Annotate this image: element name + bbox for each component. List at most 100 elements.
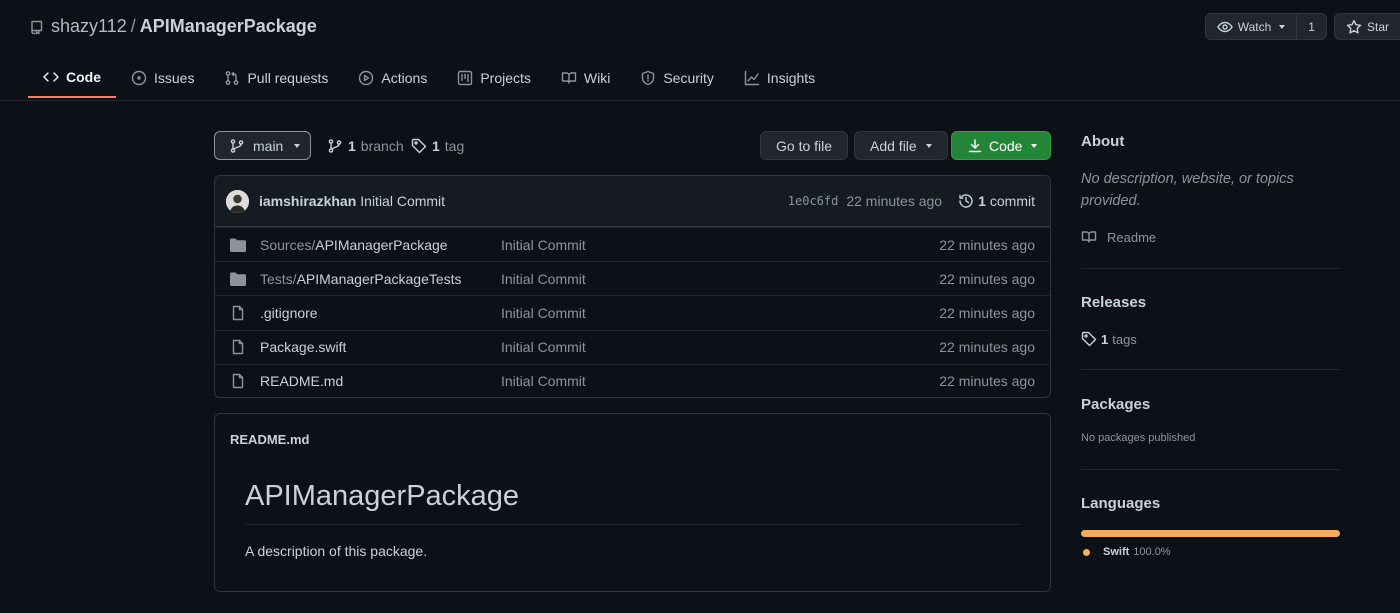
file-name-text: APIManagerPackageTests — [296, 270, 462, 287]
file-row[interactable]: .gitignore Initial Commit 22 minutes ago — [215, 295, 1050, 329]
tags-link[interactable]: 1 tag — [411, 138, 464, 154]
file-row[interactable]: Sources/APIManagerPackage Initial Commit… — [215, 227, 1050, 261]
tab-label: Wiki — [583, 69, 611, 86]
file-commit-message[interactable]: Initial Commit — [501, 237, 939, 253]
repo-name-link[interactable]: APIManagerPackage — [140, 16, 317, 37]
packages-heading[interactable]: Packages — [1081, 396, 1150, 413]
release-tags-label: tags — [1112, 331, 1137, 347]
watch-button-group: Watch 1 — [1204, 13, 1327, 40]
file-name[interactable]: Tests/APIManagerPackageTests — [260, 271, 501, 287]
file-commit-message[interactable]: Initial Commit — [501, 271, 939, 287]
file-name[interactable]: Package.swift — [260, 339, 501, 355]
tag-icon — [411, 138, 427, 154]
sidebar-divider — [1081, 369, 1340, 370]
branch-count-label: branch — [360, 138, 404, 154]
file-time: 22 minutes ago — [939, 339, 1035, 356]
tab-projects[interactable]: Projects — [442, 57, 546, 98]
readme-description: A description of this package. — [245, 543, 428, 559]
file-commit-message[interactable]: Initial Commit — [501, 305, 939, 321]
tab-insights[interactable]: Insights — [729, 57, 830, 98]
folder-icon — [230, 238, 246, 252]
branch-count: 1 — [348, 138, 356, 154]
watch-button[interactable]: Watch — [1206, 14, 1297, 39]
readme-link[interactable]: Readme — [1081, 229, 1156, 245]
commit-time: 22 minutes ago — [846, 193, 943, 209]
commit-count-label: commit — [989, 193, 1035, 209]
go-to-file-label: Go to file — [776, 137, 833, 154]
tag-icon — [1081, 331, 1097, 347]
tabs-divider — [0, 100, 1400, 101]
readme-title: APIManagerPackage — [245, 480, 520, 512]
file-commit-message[interactable]: Initial Commit — [501, 339, 939, 355]
chevron-down-icon — [925, 143, 932, 148]
file-row[interactable]: Package.swift Initial Commit 22 minutes … — [215, 329, 1050, 364]
history-icon — [958, 193, 974, 209]
sidebar-divider — [1081, 268, 1340, 269]
tab-label: Actions — [381, 69, 428, 86]
branches-link[interactable]: 1 branch — [327, 138, 404, 154]
releases-heading[interactable]: Releases — [1081, 294, 1146, 311]
avatar[interactable] — [226, 189, 249, 213]
file-icon — [230, 373, 246, 389]
commit-meta: 1e0c6fd 22 minutes ago 1 commit — [788, 193, 1035, 209]
star-label: Star — [1366, 19, 1389, 34]
file-row[interactable]: README.md Initial Commit 22 minutes ago — [215, 363, 1050, 397]
issue-icon — [131, 70, 147, 86]
add-file-label: Add file — [870, 137, 917, 154]
release-tags-link[interactable]: 1 tags — [1081, 331, 1137, 347]
file-row[interactable]: Tests/APIManagerPackageTests Initial Com… — [215, 261, 1050, 295]
tab-wiki[interactable]: Wiki — [546, 57, 625, 98]
shield-icon — [640, 70, 656, 86]
tab-label: Code — [66, 68, 101, 85]
release-tags-count: 1 — [1101, 331, 1109, 347]
download-icon — [967, 138, 983, 154]
file-commit-message[interactable]: Initial Commit — [501, 373, 939, 389]
code-download-button[interactable]: Code — [951, 131, 1051, 160]
watch-count[interactable]: 1 — [1296, 14, 1326, 39]
tab-pull-requests[interactable]: Pull requests — [209, 57, 343, 98]
commit-message-link[interactable]: Initial Commit — [360, 193, 445, 209]
branch-selector[interactable]: main — [214, 131, 311, 160]
tab-issues[interactable]: Issues — [116, 57, 209, 98]
language-bar — [1081, 530, 1340, 537]
tag-count-label: tag — [444, 138, 465, 154]
file-path-prefix: Sources/ — [260, 236, 316, 253]
commit-author-link[interactable]: iamshirazkhan — [259, 193, 356, 209]
star-button[interactable]: Star — [1335, 14, 1400, 39]
file-name[interactable]: README.md — [260, 373, 501, 389]
branch-icon — [327, 138, 343, 154]
sidebar-divider — [1081, 469, 1340, 470]
add-file-button[interactable]: Add file — [854, 131, 948, 160]
repo-icon — [29, 19, 45, 35]
repo-title: shazy112 / APIManagerPackage — [29, 16, 317, 37]
commit-sha-link[interactable]: 1e0c6fd — [788, 194, 839, 208]
tab-label: Issues — [154, 69, 195, 86]
tab-label: Projects — [480, 69, 531, 86]
language-item[interactable]: Swift 100.0% — [1083, 546, 1171, 558]
code-button-label: Code — [989, 137, 1023, 154]
tab-security[interactable]: Security — [625, 57, 729, 98]
play-icon — [358, 70, 374, 86]
folder-icon — [230, 272, 246, 286]
file-name-text: Package.swift — [260, 339, 347, 356]
star-button-group: Star — [1333, 13, 1400, 40]
file-name[interactable]: Sources/APIManagerPackage — [260, 237, 501, 253]
repo-owner-link[interactable]: shazy112 — [51, 16, 127, 37]
go-to-file-button[interactable]: Go to file — [760, 131, 849, 160]
packages-empty-text: No packages published — [1081, 432, 1196, 444]
tab-code[interactable]: Code — [28, 57, 116, 98]
commit-history-link[interactable]: 1 commit — [958, 193, 1035, 209]
tab-actions[interactable]: Actions — [343, 57, 442, 98]
chevron-down-icon — [294, 143, 301, 148]
pull-request-icon — [224, 70, 240, 86]
readme-link-label: Readme — [1107, 229, 1157, 245]
language-color-dot — [1083, 548, 1090, 556]
file-name-text: README.md — [260, 373, 344, 390]
graph-icon — [744, 70, 760, 86]
language-name: Swift — [1103, 546, 1130, 558]
file-time: 22 minutes ago — [939, 304, 1035, 321]
file-name[interactable]: .gitignore — [260, 305, 501, 321]
languages-heading: Languages — [1081, 495, 1161, 512]
file-name-text: .gitignore — [260, 304, 318, 321]
project-icon — [457, 70, 473, 86]
